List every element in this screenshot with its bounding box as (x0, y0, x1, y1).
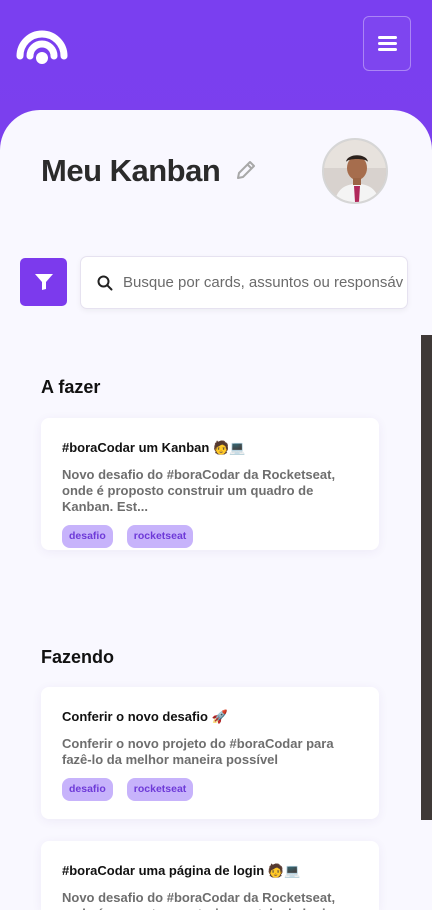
filter-button[interactable] (20, 258, 67, 306)
pencil-icon[interactable] (234, 158, 258, 182)
column-title-fazendo: Fazendo (41, 647, 115, 667)
card-description: Conferir o novo projeto do #boraCodar pa… (62, 736, 334, 767)
tag-desafio[interactable]: desafio (62, 525, 113, 548)
funnel-icon (34, 274, 53, 290)
card-title: Conferir o novo desafio 🚀 (62, 709, 228, 724)
tag-rocketseat[interactable]: rocketseat (126, 525, 194, 548)
hamburger-menu-button[interactable] (363, 16, 411, 71)
kanban-card[interactable]: #boraCodar um Kanban 🧑💻 Novo desafio do … (41, 418, 379, 550)
card-description: Novo desafio do #boraCodar da Rocketseat… (62, 890, 336, 910)
kanban-card[interactable]: Conferir o novo desafio 🚀 Conferir o nov… (41, 687, 379, 819)
card-tags: desafio rocketseat (62, 525, 358, 548)
search-bar[interactable] (80, 256, 408, 309)
card-title: #boraCodar um Kanban 🧑💻 (62, 440, 246, 455)
tag-desafio[interactable]: desafio (62, 778, 113, 801)
scrollbar[interactable] (421, 335, 432, 820)
search-icon (97, 275, 113, 290)
user-avatar[interactable] (322, 138, 388, 204)
column-title-a-fazer: A fazer (41, 377, 101, 397)
search-input[interactable] (123, 274, 403, 291)
broadcast-signal-logo[interactable] (16, 16, 68, 72)
tag-rocketseat[interactable]: rocketseat (126, 778, 194, 801)
card-title: #boraCodar uma página de login 🧑💻 (62, 863, 301, 878)
hamburger-menu-icon (377, 36, 397, 51)
card-description: Novo desafio do #boraCodar da Rocketseat… (62, 467, 336, 514)
kanban-card[interactable]: #boraCodar uma página de login 🧑💻 Novo d… (41, 841, 379, 910)
card-tags: desafio rocketseat (62, 778, 358, 801)
page-title: Meu Kanban (41, 153, 221, 188)
